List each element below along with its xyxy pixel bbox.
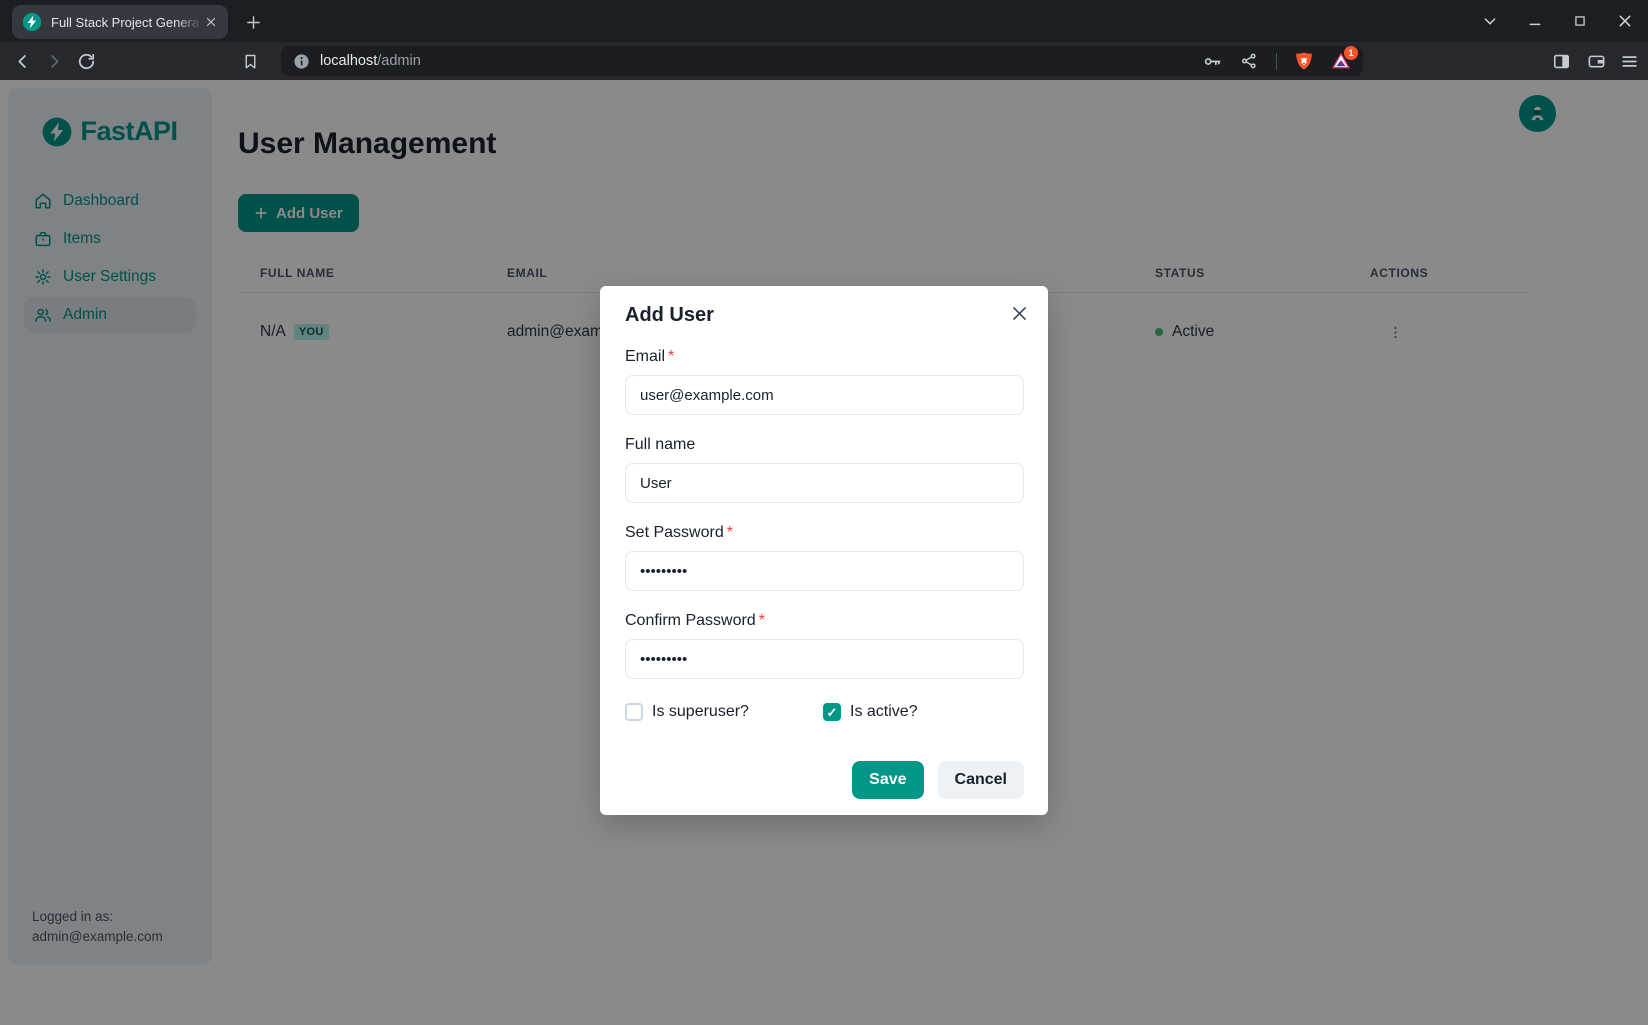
key-icon[interactable] bbox=[1202, 51, 1222, 71]
modal-actions: Save Cancel bbox=[625, 761, 1024, 799]
address-bar-actions: 1 bbox=[1202, 51, 1351, 71]
brave-shield-icon[interactable] bbox=[1294, 51, 1314, 71]
back-icon[interactable] bbox=[10, 49, 34, 73]
modal-close-icon[interactable] bbox=[1004, 298, 1034, 328]
new-tab-button[interactable] bbox=[240, 9, 266, 35]
full-name-label: Full name bbox=[625, 436, 1024, 454]
set-password-field-group: Set Password* bbox=[625, 524, 1024, 591]
share-icon[interactable] bbox=[1239, 51, 1259, 71]
is-superuser-label: Is superuser? bbox=[652, 703, 749, 721]
reload-icon[interactable] bbox=[74, 49, 98, 73]
is-active-checkbox[interactable]: ✓ Is active? bbox=[823, 703, 918, 721]
required-marker: * bbox=[668, 348, 674, 365]
modal-title: Add User bbox=[625, 304, 1024, 327]
required-marker: * bbox=[759, 612, 765, 629]
hamburger-menu-icon[interactable] bbox=[1617, 49, 1641, 73]
browser-titlebar: Full Stack Project Genera bbox=[0, 0, 1648, 42]
tab-search-chevron-icon[interactable] bbox=[1481, 12, 1499, 30]
browser-toolbar: localhost/admin 1 bbox=[0, 42, 1648, 80]
page-viewport: FastAPI Dashboard Items User Settings bbox=[0, 80, 1648, 1025]
toolbar-divider bbox=[1276, 53, 1277, 70]
address-bar[interactable]: localhost/admin 1 bbox=[281, 46, 1363, 76]
browser-window: Full Stack Project Genera bbox=[0, 0, 1648, 1025]
checkbox-checked-icon[interactable]: ✓ bbox=[823, 703, 841, 721]
bookmark-icon[interactable] bbox=[238, 49, 262, 73]
url-host: localhost bbox=[320, 53, 377, 69]
set-password-input[interactable] bbox=[625, 551, 1024, 591]
cancel-button[interactable]: Cancel bbox=[938, 761, 1024, 799]
save-button[interactable]: Save bbox=[852, 761, 923, 799]
rewards-badge: 1 bbox=[1344, 46, 1358, 60]
email-field-group: Email* bbox=[625, 348, 1024, 415]
set-password-label: Set Password* bbox=[625, 524, 1024, 542]
site-info-icon[interactable] bbox=[293, 53, 310, 70]
browser-tab[interactable]: Full Stack Project Genera bbox=[12, 5, 228, 39]
url-path: /admin bbox=[377, 53, 421, 69]
email-label: Email* bbox=[625, 348, 1024, 366]
brave-rewards-triangle-icon[interactable]: 1 bbox=[1331, 51, 1351, 71]
add-user-modal: Add User Email* Full name Set Password* … bbox=[600, 286, 1048, 815]
checkbox-row: ✓ Is superuser? ✓ Is active? bbox=[625, 703, 1024, 721]
confirm-password-field-group: Confirm Password* bbox=[625, 612, 1024, 679]
wallet-icon[interactable] bbox=[1584, 49, 1608, 73]
maximize-icon[interactable] bbox=[1571, 12, 1589, 30]
confirm-password-input[interactable] bbox=[625, 639, 1024, 679]
tab-title: Full Stack Project Genera bbox=[51, 15, 202, 30]
required-marker: * bbox=[727, 524, 733, 541]
full-name-input[interactable] bbox=[625, 463, 1024, 503]
confirm-password-label: Confirm Password* bbox=[625, 612, 1024, 630]
email-input[interactable] bbox=[625, 375, 1024, 415]
fastapi-favicon-icon bbox=[22, 12, 42, 32]
full-name-field-group: Full name bbox=[625, 436, 1024, 503]
is-superuser-checkbox[interactable]: ✓ Is superuser? bbox=[625, 703, 823, 721]
is-active-label: Is active? bbox=[850, 703, 918, 721]
sidebar-panel-icon[interactable] bbox=[1549, 49, 1573, 73]
close-window-icon[interactable] bbox=[1616, 12, 1634, 30]
tab-close-icon[interactable] bbox=[202, 13, 220, 31]
url-text: localhost/admin bbox=[320, 53, 421, 69]
minimize-icon[interactable] bbox=[1526, 12, 1544, 30]
checkbox-unchecked-icon[interactable]: ✓ bbox=[625, 703, 643, 721]
window-controls bbox=[1481, 0, 1634, 42]
forward-icon[interactable] bbox=[42, 49, 66, 73]
